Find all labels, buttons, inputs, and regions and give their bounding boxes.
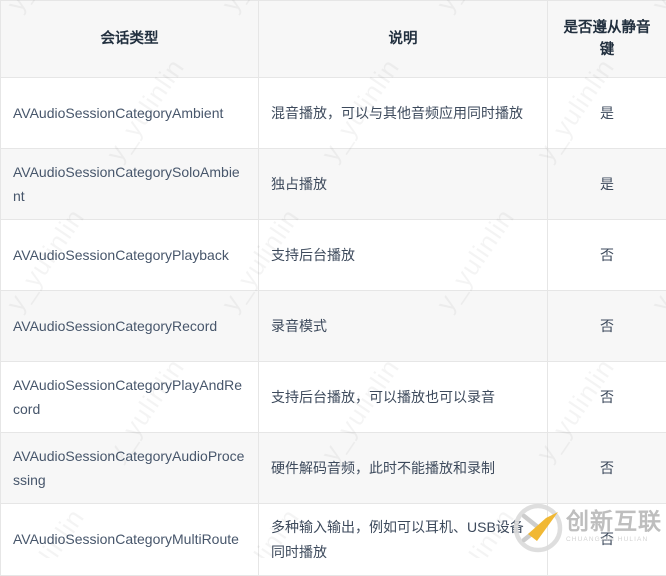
cell-description: 硬件解码音频，此时不能播放和录制 <box>259 433 548 504</box>
column-header-session-type: 会话类型 <box>1 1 259 78</box>
cell-session-type: AVAudioSessionCategoryAmbient <box>1 78 259 149</box>
table-header: 会话类型 说明 是否遵从静音键 <box>1 1 666 78</box>
cell-description: 独占播放 <box>259 149 548 220</box>
cell-description: 录音模式 <box>259 291 548 362</box>
cell-description: 支持后台播放，可以播放也可以录音 <box>259 362 548 433</box>
cell-session-type: AVAudioSessionCategoryRecord <box>1 291 259 362</box>
cell-description: 多种输入输出，例如可以耳机、USB设备同时播放 <box>259 504 548 576</box>
table-row: AVAudioSessionCategorySoloAmbient独占播放是 <box>1 149 666 220</box>
table-row: AVAudioSessionCategoryPlayback支持后台播放否 <box>1 220 666 291</box>
table-row: AVAudioSessionCategoryMultiRoute多种输入输出，例… <box>1 504 666 576</box>
audio-session-category-table: 会话类型 说明 是否遵从静音键 AVAudioSessionCategoryAm… <box>0 0 666 576</box>
cell-description: 支持后台播放 <box>259 220 548 291</box>
table-header-row: 会话类型 说明 是否遵从静音键 <box>1 1 666 78</box>
table-row: AVAudioSessionCategoryAmbient混音播放，可以与其他音… <box>1 78 666 149</box>
cell-session-type: AVAudioSessionCategoryAudioProcessing <box>1 433 259 504</box>
cell-mute-switch: 是 <box>548 78 666 149</box>
cell-mute-switch: 否 <box>548 362 666 433</box>
table-body: AVAudioSessionCategoryAmbient混音播放，可以与其他音… <box>1 78 666 576</box>
cell-mute-switch: 否 <box>548 220 666 291</box>
cell-description: 混音播放，可以与其他音频应用同时播放 <box>259 78 548 149</box>
cell-session-type: AVAudioSessionCategorySoloAmbient <box>1 149 259 220</box>
cell-session-type: AVAudioSessionCategoryPlayAndRecord <box>1 362 259 433</box>
table-row: AVAudioSessionCategoryPlayAndRecord支持后台播… <box>1 362 666 433</box>
column-header-description: 说明 <box>259 1 548 78</box>
spec-table-container: 会话类型 说明 是否遵从静音键 AVAudioSessionCategoryAm… <box>0 0 666 576</box>
table-row: AVAudioSessionCategoryAudioProcessing硬件解… <box>1 433 666 504</box>
column-header-mute-switch: 是否遵从静音键 <box>548 1 666 78</box>
cell-mute-switch: 否 <box>548 291 666 362</box>
cell-session-type: AVAudioSessionCategoryPlayback <box>1 220 259 291</box>
cell-mute-switch: 是 <box>548 149 666 220</box>
cell-mute-switch: 否 <box>548 433 666 504</box>
cell-session-type: AVAudioSessionCategoryMultiRoute <box>1 504 259 576</box>
table-row: AVAudioSessionCategoryRecord录音模式否 <box>1 291 666 362</box>
cell-mute-switch: 否 <box>548 504 666 576</box>
